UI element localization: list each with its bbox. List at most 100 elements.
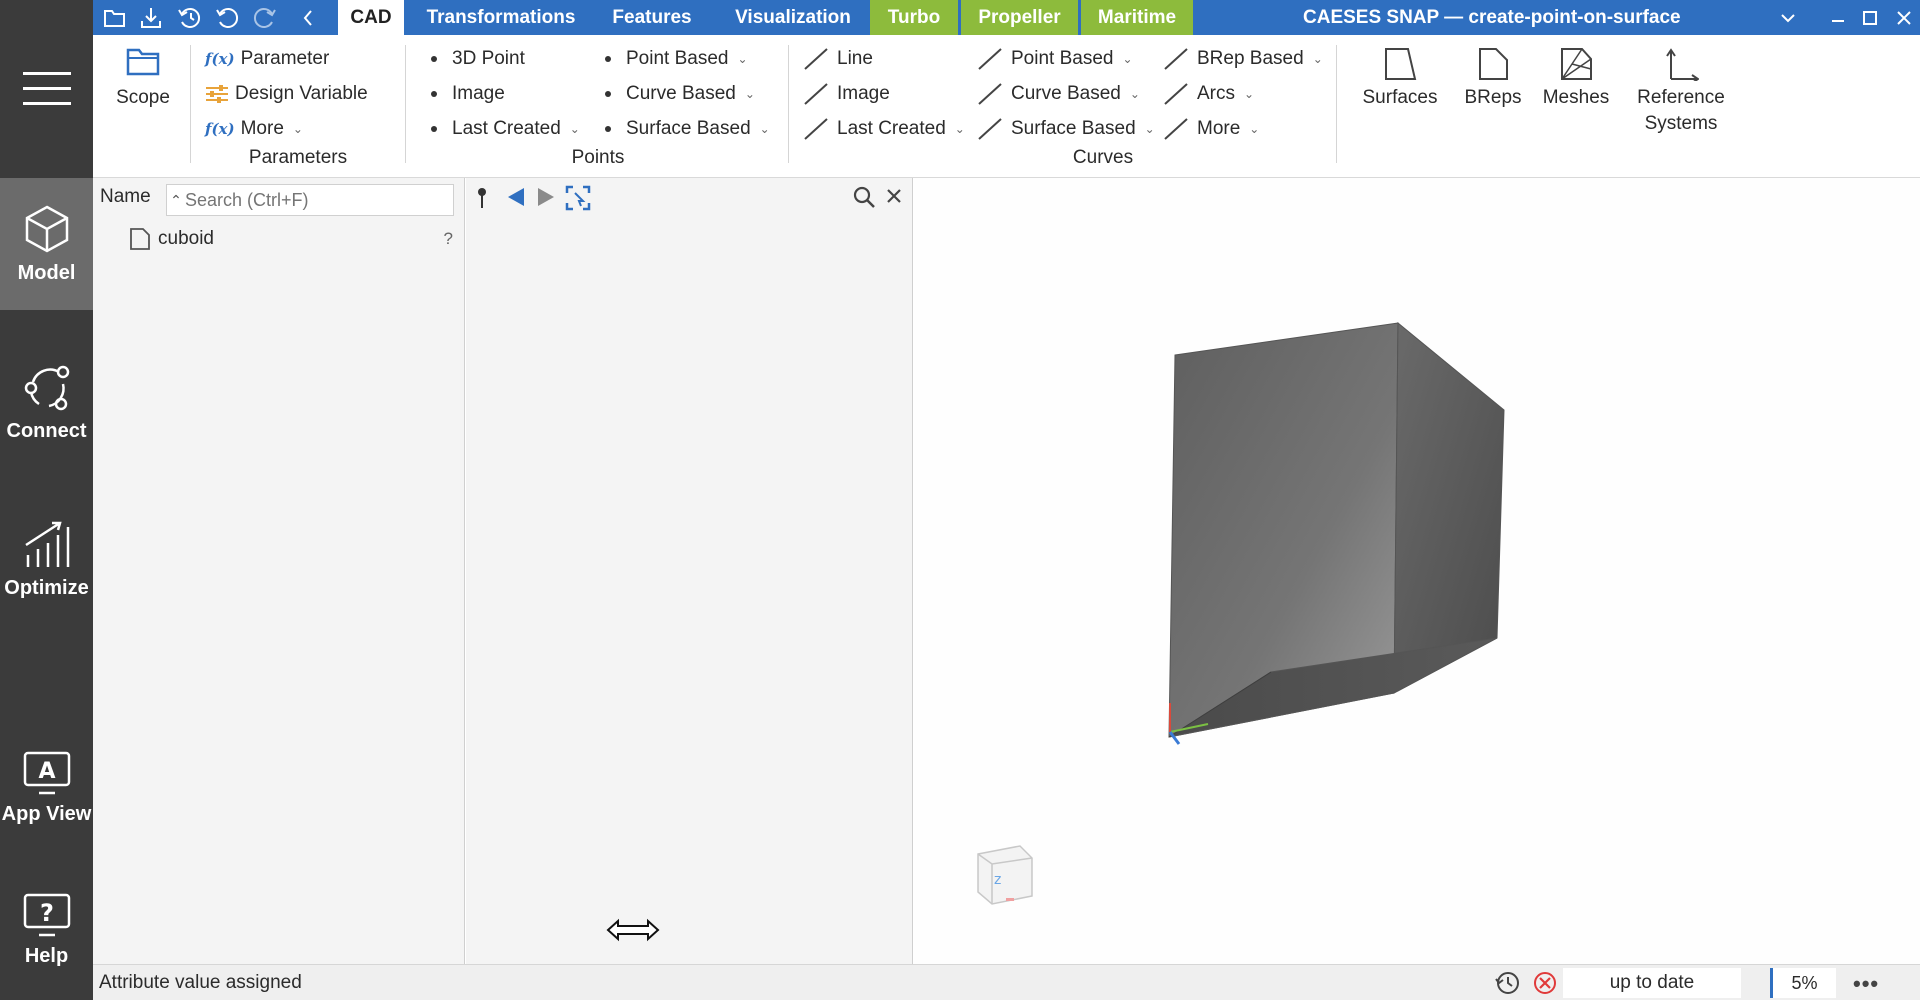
line-icon: [1164, 48, 1188, 70]
reference-systems-button[interactable]: Reference Systems: [1611, 47, 1751, 137]
ribbon-separator: [405, 45, 406, 163]
more-label: More: [1197, 118, 1241, 139]
connect-icon: [24, 365, 69, 410]
point-based-button[interactable]: Point Based ⌄: [605, 48, 748, 70]
point-last-created-button[interactable]: Last Created ⌄: [431, 118, 580, 140]
selection-icon: [565, 185, 591, 211]
left-sidebar: Model Connect Optimize A App View ? Help: [0, 0, 93, 1000]
function-icon: f(x): [205, 120, 235, 138]
help-icon: ?: [23, 893, 70, 936]
maximize-icon: [1863, 10, 1877, 25]
point-based-label: Point Based: [1011, 48, 1114, 69]
scope-button[interactable]: Scope: [111, 47, 175, 111]
curve-surface-based-button[interactable]: Surface Based ⌄: [977, 117, 1155, 141]
curve-brep-based-button[interactable]: BRep Based ⌄: [1163, 47, 1323, 71]
tab-turbo[interactable]: Turbo: [870, 0, 958, 35]
tab-label: Propeller: [978, 6, 1061, 28]
minimize-button[interactable]: [1823, 0, 1853, 35]
sidebar-item-label: Help: [24, 944, 69, 967]
tab-transformations[interactable]: Transformations: [416, 0, 586, 35]
history-button[interactable]: [1495, 970, 1521, 1000]
name-column-header: Name: [100, 186, 151, 207]
sidebar-item-app-view[interactable]: A App View: [0, 722, 93, 854]
point-3d-label: 3D Point: [452, 48, 525, 69]
point-curve-based-button[interactable]: Curve Based ⌄: [605, 83, 755, 105]
cube-icon: [25, 205, 68, 252]
ribbon-collapse-button[interactable]: [1773, 0, 1803, 35]
view-cube[interactable]: z: [970, 840, 1040, 913]
search-button[interactable]: [852, 185, 876, 214]
line-icon: [1164, 83, 1188, 105]
sidebar-item-help[interactable]: ? Help: [0, 864, 93, 996]
tree-item-cuboid[interactable]: cuboid ?: [128, 222, 461, 256]
update-status-label: up to date: [1609, 972, 1695, 993]
history-undo-button[interactable]: [177, 0, 203, 35]
close-icon: [1897, 10, 1911, 25]
curve-based-label: Curve Based: [1011, 83, 1121, 104]
point-surface-based-button[interactable]: Surface Based ⌄: [605, 118, 770, 140]
surface-based-label: Surface Based: [1011, 118, 1136, 139]
brep-icon: [1479, 48, 1508, 80]
last-created-label: Last Created: [837, 118, 946, 139]
back-button[interactable]: [301, 0, 315, 35]
point-3d-button[interactable]: 3D Point: [431, 48, 525, 70]
close-icon: [887, 189, 901, 203]
stop-update-button[interactable]: [1533, 971, 1557, 1000]
tab-features[interactable]: Features: [599, 0, 705, 35]
chevron-down-icon: ⌄: [737, 52, 748, 66]
point-image-button[interactable]: Image: [431, 83, 505, 105]
tab-visualization[interactable]: Visualization: [718, 0, 868, 35]
open-button[interactable]: [103, 0, 127, 35]
view-cube-icon: z: [977, 845, 1033, 905]
maximize-button[interactable]: [1855, 0, 1885, 35]
redo-button[interactable]: [253, 0, 277, 35]
curve-point-based-button[interactable]: Point Based ⌄: [977, 47, 1133, 71]
close-panel-button[interactable]: [886, 188, 902, 209]
chevron-down-icon: ⌄: [1144, 122, 1155, 136]
minimize-icon: [1832, 19, 1844, 22]
close-window-button[interactable]: [1889, 0, 1919, 35]
surface-icon: [1385, 48, 1417, 80]
curve-arcs-button[interactable]: Arcs ⌄: [1163, 82, 1254, 106]
surface-based-label: Surface Based: [626, 118, 751, 139]
redo-icon: [253, 7, 276, 28]
3d-viewport[interactable]: z: [914, 178, 1920, 964]
parameter-label: Parameter: [240, 48, 330, 69]
sliders-icon: [206, 85, 228, 103]
history-clock-icon: [1495, 972, 1519, 994]
curve-more-button[interactable]: More ⌄: [1163, 117, 1259, 141]
next-button[interactable]: [536, 186, 556, 213]
sidebar-item-connect[interactable]: Connect: [0, 336, 93, 468]
parameters-more-button[interactable]: f(x) More ⌄: [205, 118, 303, 140]
tab-propeller[interactable]: Propeller: [961, 0, 1078, 35]
design-variable-button[interactable]: Design Variable: [205, 83, 368, 105]
menu-button[interactable]: [0, 0, 93, 178]
cuboid-3d-model: [1168, 321, 1505, 745]
ribbon-separator: [190, 45, 191, 163]
point-icon: [605, 56, 611, 62]
save-button[interactable]: [139, 0, 163, 35]
undo-button[interactable]: [215, 0, 239, 35]
scope-label: Scope: [116, 87, 170, 108]
curve-line-button[interactable]: Line: [803, 47, 873, 71]
search-input[interactable]: [185, 186, 447, 214]
function-icon: f(x): [205, 50, 235, 68]
search-box[interactable]: ⌃: [166, 184, 454, 216]
more-options-button[interactable]: •••: [1853, 971, 1879, 997]
curve-last-created-button[interactable]: Last Created ⌄: [803, 117, 965, 141]
curve-image-button[interactable]: Image: [803, 82, 890, 106]
parameter-button[interactable]: f(x) Parameter: [205, 48, 329, 70]
select-button[interactable]: [565, 185, 591, 216]
triangle-left-icon: [508, 188, 524, 206]
previous-button[interactable]: [506, 186, 526, 213]
sidebar-item-model[interactable]: Model: [0, 178, 93, 310]
hamburger-icon: [22, 72, 71, 105]
surfaces-button[interactable]: Surfaces: [1345, 47, 1455, 111]
point-icon: [431, 56, 437, 62]
tab-maritime[interactable]: Maritime: [1081, 0, 1193, 35]
chevron-down-icon: ⌄: [1129, 87, 1140, 101]
sidebar-item-optimize[interactable]: Optimize: [0, 493, 93, 625]
tab-cad[interactable]: CAD: [338, 0, 404, 35]
pin-button[interactable]: [476, 186, 488, 215]
curve-curve-based-button[interactable]: Curve Based ⌄: [977, 82, 1140, 106]
